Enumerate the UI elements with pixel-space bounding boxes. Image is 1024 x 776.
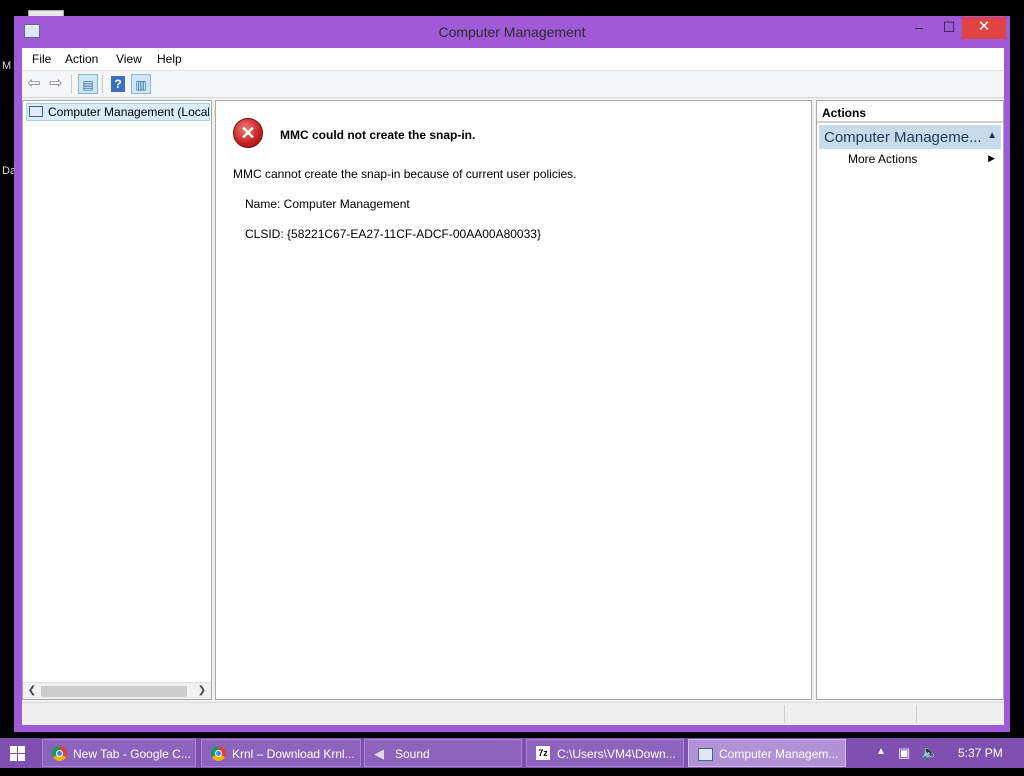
error-message: MMC cannot create the snap-in because of… [233, 167, 577, 181]
computer-management-icon [29, 106, 43, 117]
actions-header-label: Actions [822, 106, 867, 120]
status-bar [22, 702, 1004, 725]
taskbar-button-sound[interactable]: ◀ Sound [364, 739, 522, 767]
minimize-button[interactable]: – [904, 17, 934, 39]
taskbar-button-label: Krnl – Download Krnl... [232, 747, 355, 761]
window-title: Computer Management [438, 24, 586, 40]
computer-management-window: Computer Management – ☐ ✕ File Action Vi… [14, 16, 1010, 732]
forward-arrow-icon[interactable]: ⇨ [46, 74, 66, 94]
title-bar[interactable]: Computer Management – ☐ ✕ [14, 16, 1010, 48]
show-hidden-icons-icon[interactable]: ▲ [876, 746, 886, 776]
back-arrow-icon[interactable]: ⇦ [24, 74, 44, 94]
more-actions-label: More Actions [848, 152, 918, 166]
tree-item-computer-management[interactable]: Computer Management (Local [26, 103, 210, 121]
actions-section-label: Computer Manageme... [824, 129, 982, 146]
submenu-arrow-icon: ▶ [988, 153, 995, 163]
menu-help[interactable]: Help [157, 52, 182, 66]
status-bar-separator [784, 705, 785, 723]
speaker-icon: ◀ [374, 746, 384, 761]
result-pane: ✕ MMC could not create the snap-in. MMC … [215, 100, 812, 700]
help-icon[interactable]: ? [111, 76, 125, 92]
show-hide-action-pane-icon[interactable]: ▥ [131, 74, 151, 94]
error-clsid: CLSID: {58221C67-EA27-11CF-ADCF-00AA00A8… [245, 227, 541, 241]
actions-section-computer-management[interactable]: Computer Manageme... ▲ [819, 125, 1001, 149]
7zip-icon: 7z [536, 746, 550, 760]
actions-pane: Actions Computer Manageme... ▲ More Acti… [816, 100, 1004, 700]
toolbar-separator [71, 75, 72, 93]
taskbar: New Tab - Google C... Krnl – Download Kr… [0, 738, 1024, 768]
menu-view[interactable]: View [116, 52, 142, 66]
taskbar-button-krnl[interactable]: Krnl – Download Krnl... [201, 739, 361, 767]
taskbar-button-label: C:\Users\VM4\Down... [557, 747, 676, 761]
more-actions-item[interactable]: More Actions ▶ [819, 151, 1001, 169]
error-snapin-name: Name: Computer Management [245, 197, 410, 211]
maximize-button[interactable]: ☐ [934, 17, 964, 39]
scroll-left-icon[interactable]: ❮ [24, 683, 40, 699]
menu-file[interactable]: File [32, 52, 51, 66]
toolbar: ⇦ ⇨ ▤ ? ▥ [22, 71, 1004, 98]
taskbar-button-label: Sound [395, 747, 430, 761]
error-title: MMC could not create the snap-in. [280, 128, 476, 142]
taskbar-button-label: New Tab - Google C... [73, 747, 191, 761]
menu-bar: File Action View Help [22, 48, 1004, 71]
windows-start-icon[interactable] [10, 746, 26, 762]
close-button[interactable]: ✕ [962, 17, 1006, 39]
taskbar-button-7zip[interactable]: 7z C:\Users\VM4\Down... [526, 739, 684, 767]
tree-item-label: Computer Management (Local [48, 105, 210, 119]
status-bar-separator [916, 705, 917, 723]
chrome-icon [52, 746, 67, 761]
scrollbar-thumb[interactable] [41, 686, 187, 697]
error-icon: ✕ [233, 118, 263, 148]
chrome-icon [211, 746, 226, 761]
collapse-up-icon[interactable]: ▲ [987, 130, 997, 141]
clock[interactable]: 5:37 PM [958, 746, 1003, 776]
network-icon[interactable]: ▣ [898, 745, 910, 775]
menu-action[interactable]: Action [65, 52, 98, 66]
scroll-right-icon[interactable]: ❯ [194, 683, 210, 699]
volume-icon[interactable]: 🔈 [921, 744, 938, 774]
toolbar-separator [102, 75, 103, 93]
taskbar-button-new-tab[interactable]: New Tab - Google C... [42, 739, 196, 767]
actions-header: Actions [817, 101, 1003, 123]
window-client-area: File Action View Help ⇦ ⇨ ▤ ? ▥ Computer… [22, 48, 1004, 725]
taskbar-button-computer-management[interactable]: Computer Managem... [688, 739, 846, 767]
taskbar-button-label: Computer Managem... [719, 747, 839, 761]
mmc-icon [698, 748, 713, 761]
console-tree-pane: Computer Management (Local ❮ ❯ [22, 100, 212, 700]
show-hide-console-tree-icon[interactable]: ▤ [78, 74, 98, 94]
horizontal-scrollbar[interactable]: ❮ ❯ [23, 682, 211, 699]
desktop-text-fragment: M [2, 60, 12, 72]
